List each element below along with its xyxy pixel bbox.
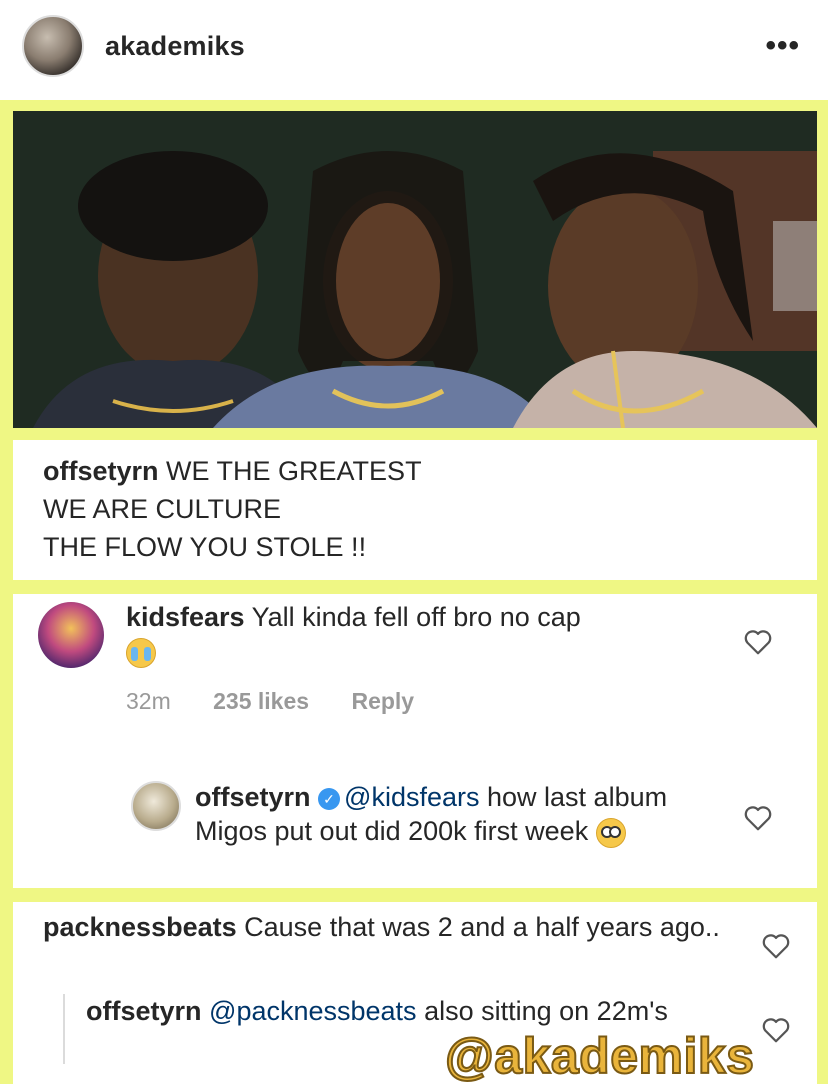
comment-likes[interactable]: 235 likes xyxy=(213,688,309,714)
flushed-face-icon xyxy=(595,817,626,848)
comment-time: 32m xyxy=(126,688,171,714)
comment-card: kidsfears Yall kinda fell off bro no cap… xyxy=(13,594,817,888)
caption-line: WE ARE CULTURE xyxy=(43,494,282,524)
heart-icon[interactable] xyxy=(743,804,773,832)
heart-icon[interactable] xyxy=(761,1016,791,1044)
post-caption: offsetyrn WE THE GREATEST WE ARE CULTURE… xyxy=(43,452,783,566)
reply-body: also sitting on 22m's xyxy=(424,996,668,1026)
reply-text: offsetyrn ✓ @kidsfears how last album Mig… xyxy=(195,780,695,848)
watermark: @akademiks xyxy=(444,1027,755,1084)
mention-link[interactable]: @packnessbeats xyxy=(209,996,417,1026)
verified-badge-icon: ✓ xyxy=(318,787,341,810)
comment-username[interactable]: kidsfears xyxy=(126,602,245,632)
comment-username[interactable]: packnessbeats xyxy=(43,912,237,942)
caption-line: THE FLOW YOU STOLE !! xyxy=(43,532,367,562)
comment-body: Cause that was 2 and a half years ago.. xyxy=(244,912,720,942)
comment-text: kidsfears Yall kinda fell off bro no cap xyxy=(126,600,746,668)
reply-username[interactable]: offsetyrn xyxy=(86,996,202,1026)
post-username[interactable]: akademiks xyxy=(105,31,245,62)
heart-icon[interactable] xyxy=(761,932,791,960)
post-header: akademiks ••• xyxy=(0,0,828,100)
post-photo xyxy=(13,111,817,428)
caption-line: WE THE GREATEST xyxy=(166,456,422,486)
reply-username[interactable]: offsetyrn xyxy=(195,782,311,812)
reply-button[interactable]: Reply xyxy=(351,688,414,714)
avatar[interactable] xyxy=(22,15,84,77)
loudly-crying-face-icon xyxy=(126,637,156,668)
reply-thread-line xyxy=(63,994,65,1064)
comment-meta: 32m 235 likes Reply xyxy=(126,688,450,715)
heart-icon[interactable] xyxy=(743,628,773,656)
more-horizontal-icon[interactable]: ••• xyxy=(765,31,800,61)
comment-body: Yall kinda fell off bro no cap xyxy=(251,602,581,632)
comment-text: packnessbeats Cause that was 2 and a hal… xyxy=(43,910,743,944)
reply-text: offsetyrn @packnessbeats also sitting on… xyxy=(86,994,706,1028)
caption-card: offsetyrn WE THE GREATEST WE ARE CULTURE… xyxy=(13,440,817,580)
avatar[interactable] xyxy=(38,602,104,668)
caption-username[interactable]: offsetyrn xyxy=(43,456,159,486)
mention-link[interactable]: @kidsfears xyxy=(344,782,479,812)
avatar[interactable] xyxy=(131,781,181,831)
photo-illustration xyxy=(13,111,817,428)
